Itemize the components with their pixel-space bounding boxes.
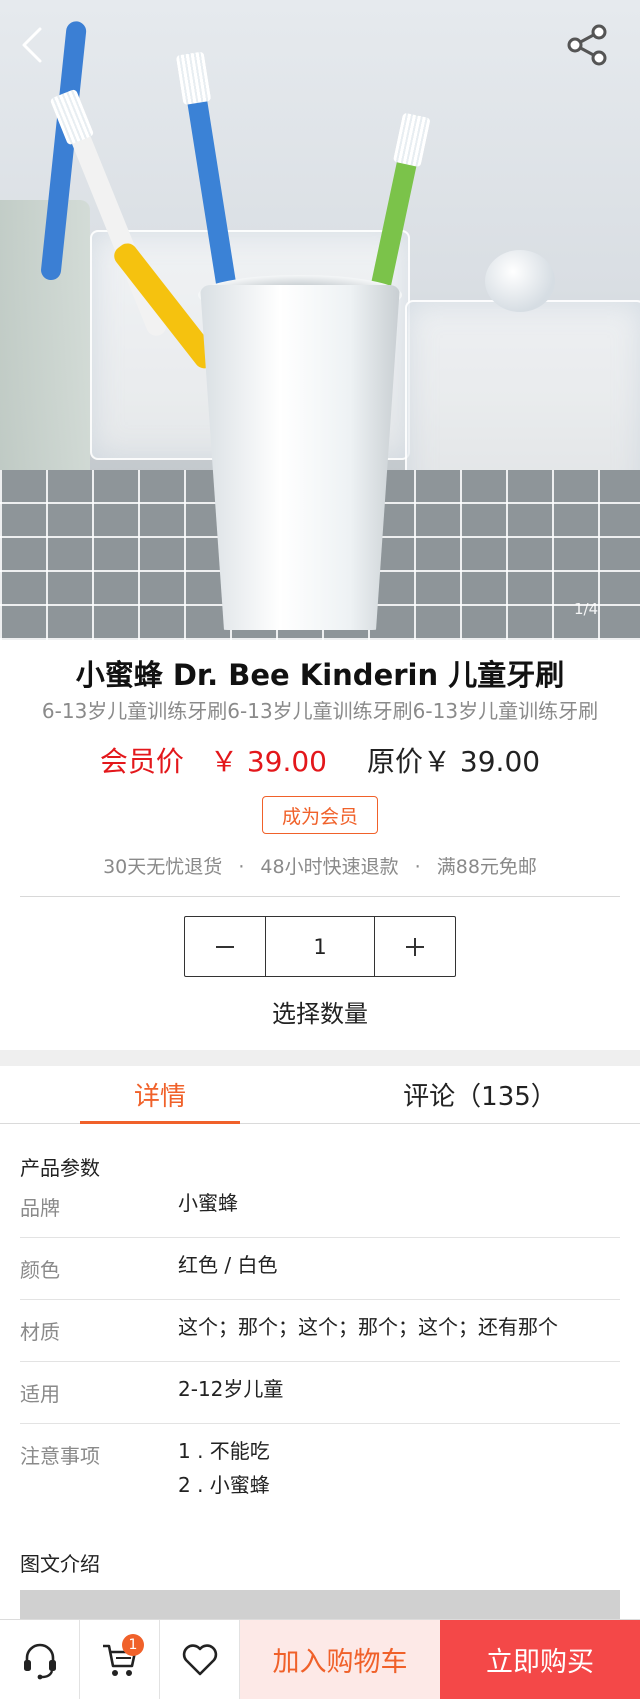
add-to-cart-button[interactable]: 加入购物车 [240, 1620, 440, 1699]
heart-icon [182, 1643, 217, 1675]
param-key: 品牌 [20, 1196, 60, 1220]
param-value: 2-12岁儿童 [178, 1377, 284, 1401]
become-member-button[interactable]: 成为会员 [262, 796, 378, 834]
increase-button[interactable] [375, 917, 455, 976]
service-item: 48小时快速退款 [260, 856, 399, 878]
param-value: 1 . 不能吃 2 . 小蜜蜂 [178, 1434, 270, 1502]
white-cup-shape [200, 285, 400, 630]
tab-reviews[interactable]: 评论（135） [320, 1066, 640, 1123]
cart-count-badge: 1 [122, 1634, 144, 1656]
share-icon [567, 24, 607, 66]
chevron-left-icon [22, 27, 42, 63]
plus-icon [406, 937, 424, 956]
params-title: 产品参数 [20, 1156, 100, 1180]
section-gap [0, 1050, 640, 1066]
image-pager: 1/4 [574, 600, 599, 618]
detail-tabs: 详情 评论（135） [0, 1066, 640, 1124]
param-key: 注意事项 [20, 1444, 100, 1468]
glass-knob-shape [485, 250, 555, 312]
tab-label: 详情 [133, 1082, 186, 1112]
price-row: 会员价 ￥ 39.00 原价 ￥ 39.00 [0, 740, 640, 780]
original-price: ￥ 39.00 [423, 745, 541, 778]
share-button[interactable] [562, 22, 612, 68]
bottom-action-bar: 1 加入购物车 立即购买 [0, 1619, 640, 1699]
back-button[interactable] [12, 22, 52, 68]
param-row: 注意事项 1 . 不能吃 2 . 小蜜蜂 [20, 1439, 620, 1510]
favorite-button[interactable] [160, 1620, 240, 1699]
buy-now-button[interactable]: 立即购买 [440, 1620, 640, 1699]
service-separator: · [414, 856, 421, 878]
param-row: 材质 这个；那个；这个；那个；这个；还有那个 [20, 1315, 620, 1362]
param-row: 品牌 小蜜蜂 [20, 1191, 620, 1238]
param-key: 材质 [20, 1320, 60, 1344]
service-separator: · [238, 856, 245, 878]
tab-label: 评论（135） [403, 1082, 557, 1112]
divider [20, 896, 620, 897]
param-row: 适用 2-12岁儿童 [20, 1377, 620, 1424]
param-row: 颜色 红色 / 白色 [20, 1253, 620, 1300]
member-price-label: 会员价 [99, 745, 184, 778]
param-value: 小蜜蜂 [178, 1191, 238, 1215]
param-key: 适用 [20, 1382, 60, 1406]
param-value-line: 2 . 小蜜蜂 [178, 1473, 270, 1497]
quantity-label: 选择数量 [272, 1000, 368, 1028]
product-image[interactable]: 1/4 [0, 0, 640, 640]
param-value-line: 1 . 不能吃 [178, 1439, 270, 1463]
service-item: 30天无忧退货 [103, 856, 223, 878]
intro-title: 图文介绍 [20, 1552, 100, 1576]
original-price-label: 原价 [367, 745, 424, 778]
product-title: 小蜜蜂 Dr. Bee Kinderin 儿童牙刷 [75, 658, 565, 692]
tab-details[interactable]: 详情 [0, 1066, 320, 1124]
customer-service-icon [23, 1643, 56, 1679]
service-guarantees: 30天无忧退货 · 48小时快速退款 · 满88元免邮 [0, 852, 640, 879]
param-key: 颜色 [20, 1258, 60, 1282]
decrease-button[interactable] [185, 917, 265, 976]
cart-button[interactable]: 1 [80, 1620, 160, 1699]
param-value: 这个；那个；这个；那个；这个；还有那个 [178, 1315, 558, 1339]
quantity-stepper: 1 [184, 916, 456, 977]
customer-service-button[interactable] [0, 1620, 80, 1699]
member-price: ￥ 39.00 [209, 745, 327, 778]
param-value: 红色 / 白色 [178, 1253, 278, 1277]
quantity-value[interactable]: 1 [265, 917, 375, 976]
service-item: 满88元免邮 [436, 856, 537, 878]
minus-icon [216, 945, 234, 948]
product-subtitle: 6-13岁儿童训练牙刷6-13岁儿童训练牙刷6-13岁儿童训练牙刷 [41, 699, 599, 723]
active-tab-indicator [80, 1121, 240, 1124]
